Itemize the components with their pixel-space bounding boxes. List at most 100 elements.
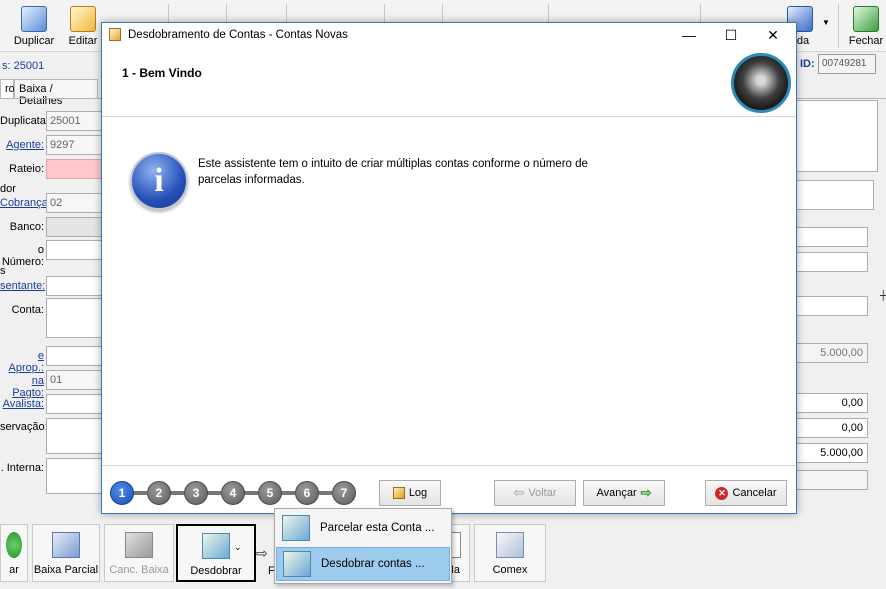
step-7: 7	[332, 481, 356, 505]
step-1: 1	[110, 481, 134, 505]
avalista-link[interactable]: Avalista:	[0, 398, 44, 410]
tab-main[interactable]: ro	[0, 79, 15, 98]
split-label: Desdobrar	[190, 565, 242, 577]
obs-interna-label: . Interna:	[0, 462, 44, 474]
dialog-title: Desdobramento de Contas - Contas Novas	[128, 29, 348, 41]
obs-interna-field[interactable]	[46, 458, 102, 494]
pagto-field[interactable]: 01	[46, 370, 102, 390]
partial-payment-icon	[52, 532, 80, 558]
step-connector	[170, 491, 184, 495]
banco-label: Banco:	[9, 221, 44, 233]
edit-icon	[70, 6, 96, 32]
right-field[interactable]	[796, 252, 868, 272]
split-icon	[202, 533, 230, 559]
step-3: 3	[184, 481, 208, 505]
chevron-down-icon[interactable]: ⌄	[234, 542, 242, 553]
agente-link[interactable]: Agente:	[0, 139, 44, 151]
step-2: 2	[147, 481, 171, 505]
comex-label: Comex	[492, 564, 528, 576]
logo-icon	[731, 53, 791, 113]
comex-button[interactable]: Comex	[474, 524, 546, 582]
menu-item-parcelar[interactable]: Parcelar esta Conta ...	[276, 511, 450, 545]
agente-field[interactable]: 9297	[46, 135, 102, 155]
menu-item-desdobrar[interactable]: Desdobrar contas ...	[276, 547, 450, 581]
arrow-left-icon: ⇦	[513, 485, 525, 500]
cancel-payment-icon	[125, 532, 153, 558]
cobranca-field[interactable]: 02	[46, 193, 102, 213]
apresentante-field[interactable]	[46, 276, 102, 296]
log-icon	[392, 487, 405, 499]
close-app-label: Fechar	[848, 35, 884, 47]
step-connector	[244, 491, 258, 495]
duplicata-field[interactable]: 25001	[46, 111, 102, 131]
menu-item-label: Parcelar esta Conta ...	[320, 522, 435, 534]
right-field[interactable]	[796, 227, 868, 247]
cobranca-link[interactable]: Cobrança:	[0, 197, 51, 209]
duplicate-label: Duplicar	[13, 35, 55, 47]
next-label: Avançar	[596, 487, 637, 499]
cancel-payment-label: Canc. Baixa	[109, 564, 169, 576]
wizard-dialog	[101, 22, 797, 514]
step-4: 4	[221, 481, 245, 505]
step-connector	[318, 491, 332, 495]
maximize-button[interactable]: ☐	[716, 26, 746, 44]
arrow-right-icon: ⇨	[256, 545, 268, 561]
toolbar-separator	[838, 4, 839, 48]
observacao-field[interactable]	[46, 418, 102, 454]
split-button[interactable]: Desdobrar	[176, 524, 256, 582]
split-icon	[283, 551, 311, 577]
chevron-down-icon[interactable]: ▼	[822, 18, 830, 27]
cancel-button[interactable]: ✕ Cancelar	[705, 480, 787, 506]
amount-field: 5.000,00	[796, 343, 868, 363]
amount-field: 0,00	[796, 418, 868, 438]
observacao-label: servação:	[0, 421, 48, 433]
right-text-area[interactable]	[796, 100, 878, 172]
edit-label: Editar	[68, 35, 98, 47]
section-label: s	[0, 265, 6, 277]
info-icon: i	[130, 152, 188, 210]
apresentante-link[interactable]: sentante:	[0, 280, 45, 292]
partial-payment-button[interactable]: Baixa Parcial	[32, 524, 100, 582]
avalista-field[interactable]	[46, 394, 102, 414]
minimize-button[interactable]: —	[674, 26, 704, 44]
comex-icon	[496, 532, 524, 558]
cancel-label: Cancelar	[732, 487, 777, 499]
confirm-button[interactable]: ar	[0, 524, 28, 582]
id-label: ID:	[800, 58, 815, 70]
amount-field: 5.000,00	[796, 443, 868, 463]
duplicate-icon	[21, 6, 47, 32]
right-field[interactable]	[796, 180, 874, 210]
step-title: 1 - Bem Vindo	[122, 66, 202, 80]
cancel-payment-button[interactable]: Canc. Baixa	[104, 524, 174, 582]
check-icon	[6, 532, 22, 558]
divider	[102, 116, 796, 117]
close-app-button[interactable]: Fechar	[846, 0, 886, 52]
edit-button[interactable]: Editar	[64, 0, 102, 52]
welcome-message: Este assistente tem o intuito de criar m…	[198, 158, 588, 186]
pagto-link[interactable]: na Pagto:	[0, 375, 44, 399]
tab-baixa-detalhes[interactable]: Baixa / Detalhes	[14, 79, 98, 107]
rateio-field[interactable]	[46, 159, 102, 179]
step-5: 5	[258, 481, 282, 505]
conta-field[interactable]	[46, 298, 102, 338]
duplicate-button[interactable]: Duplicar	[10, 0, 58, 52]
right-field[interactable]	[796, 296, 868, 316]
aprop-field[interactable]	[46, 346, 102, 366]
log-button[interactable]: Log	[379, 480, 441, 506]
banco-field[interactable]	[46, 217, 102, 237]
step-connector	[281, 491, 295, 495]
next-button[interactable]: Avançar ⇨	[583, 480, 665, 506]
back-button[interactable]: ⇦ Voltar	[494, 480, 576, 506]
numero-field[interactable]	[46, 240, 102, 260]
arrow-right-icon: ⇨	[640, 485, 652, 500]
close-button[interactable]: ✕	[758, 26, 788, 44]
confirm-label: ar	[9, 564, 19, 576]
divider	[102, 465, 796, 466]
splitter-icon[interactable]: ┼	[880, 290, 886, 300]
right-field[interactable]	[796, 470, 868, 490]
document-number: s: 25001	[2, 60, 45, 72]
window-icon	[109, 28, 121, 41]
duplicata-label: Duplicata:	[0, 115, 49, 127]
aprop-link[interactable]: e Aprop.:	[0, 350, 44, 374]
cancel-icon: ✕	[715, 486, 729, 500]
